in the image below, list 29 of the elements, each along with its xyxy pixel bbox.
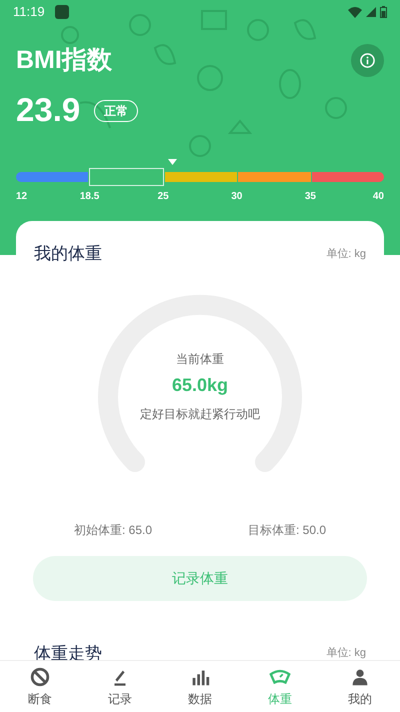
- scale-tick-label: 12: [16, 190, 28, 204]
- nav-tab[interactable]: 记录: [80, 661, 160, 712]
- scale-tick-label: 40: [372, 190, 384, 204]
- current-weight-label: 当前体重: [176, 351, 224, 368]
- signal-icon: [366, 7, 376, 17]
- status-time: 11:19: [13, 3, 45, 22]
- scale-tick-label: 18.5: [80, 190, 100, 204]
- current-weight-value: 65.0kg: [172, 374, 228, 397]
- nav-tab[interactable]: 数据: [160, 661, 240, 712]
- app-notification-icon: [54, 5, 69, 19]
- bmi-value: 23.9: [16, 90, 80, 130]
- status-badge: 正常: [94, 100, 138, 122]
- initial-weight: 初始体重: 65.0: [74, 522, 152, 538]
- scale-tick-label: 35: [304, 190, 316, 204]
- ban-icon: [29, 666, 51, 688]
- unit-label: 单位: kg: [326, 246, 366, 262]
- scale-tick-label: 30: [231, 190, 242, 204]
- scale-tick-label: 25: [158, 190, 169, 204]
- nav-tab[interactable]: 我的: [320, 661, 400, 712]
- card-title: 我的体重: [34, 243, 102, 265]
- wifi-icon: [348, 6, 362, 18]
- target-weight: 目标体重: 50.0: [248, 522, 326, 538]
- pointer-icon: [168, 158, 177, 164]
- battery-icon: [380, 6, 387, 18]
- unit-label: 单位: kg: [326, 646, 366, 661]
- nav-tab[interactable]: 断食: [0, 661, 80, 712]
- motivation-text: 定好目标就赶紧行动吧: [140, 406, 260, 423]
- page-title: BMI指数: [16, 45, 112, 76]
- info-icon: [360, 53, 375, 68]
